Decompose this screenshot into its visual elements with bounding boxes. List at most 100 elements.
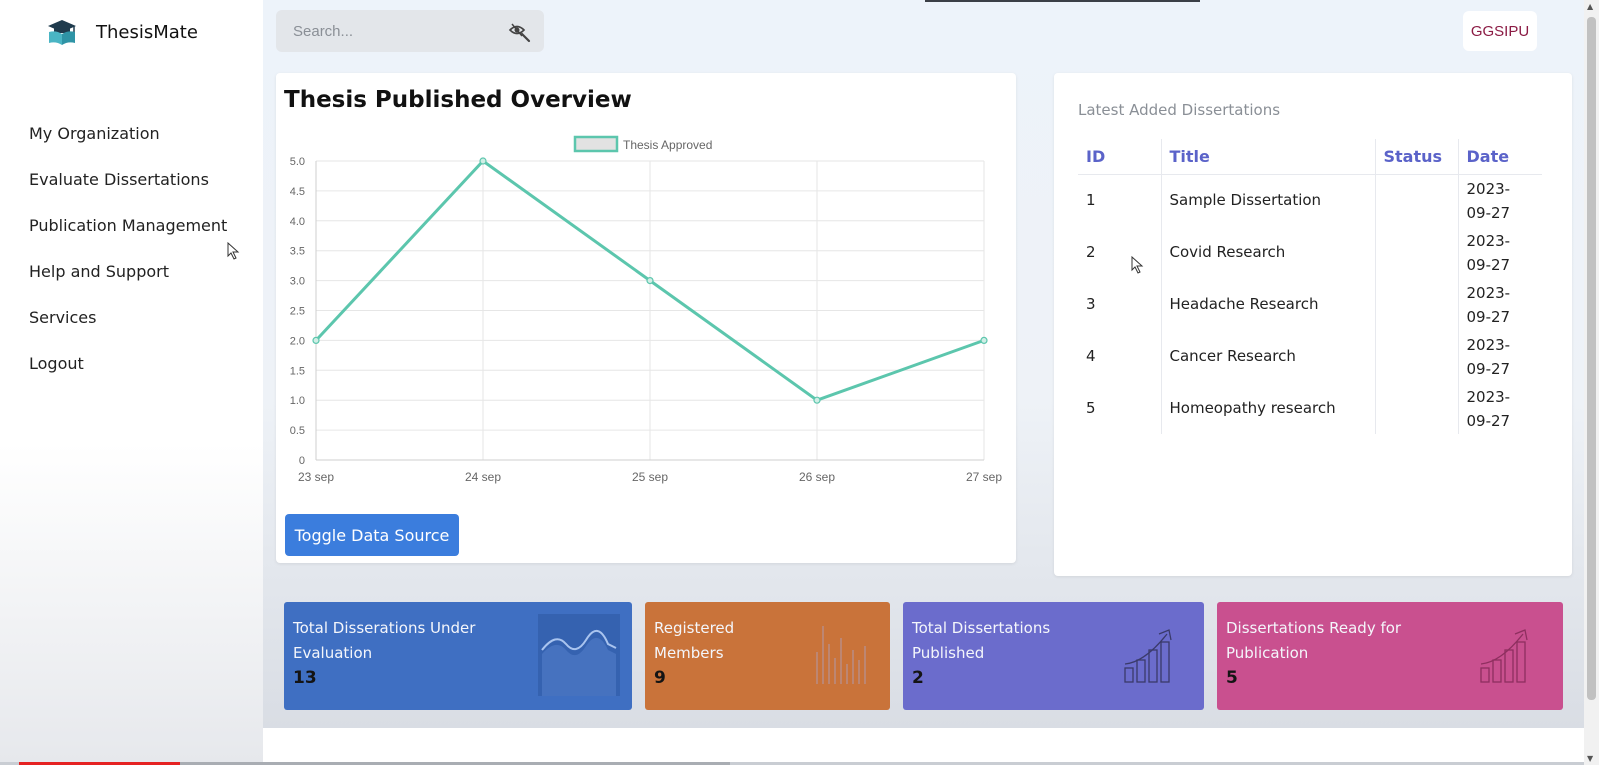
data-point bbox=[312, 336, 320, 344]
x-tick-label: 27 sep bbox=[966, 470, 1002, 484]
stat-label: Dissertations Ready for Publication bbox=[1226, 616, 1401, 666]
chart-card: Thesis Published Overview 0 0.5 1.0 1.5 2.0 2… bbox=[276, 73, 1016, 563]
wave-chart-icon bbox=[538, 614, 620, 696]
y-tick-label: 3.0 bbox=[290, 276, 305, 288]
y-tick-label: 3.5 bbox=[290, 246, 305, 258]
stat-label-line: Published bbox=[912, 644, 985, 662]
growth-chart-icon bbox=[1480, 629, 1528, 683]
cell-date-year: 2023- bbox=[1466, 180, 1511, 199]
y-tick-label: 1.0 bbox=[290, 395, 305, 407]
cell-title: Homeopathy research bbox=[1160, 382, 1375, 434]
cell-date-day: 09-27 bbox=[1466, 204, 1511, 223]
x-tick-label: 25 sep bbox=[632, 470, 668, 484]
scroll-up-icon[interactable]: ▲ bbox=[1587, 2, 1593, 11]
stat-value: 13 bbox=[293, 668, 317, 688]
sidebar-item-services[interactable]: Services bbox=[29, 308, 227, 354]
data-point bbox=[646, 277, 654, 285]
y-tick-label: 0.5 bbox=[290, 425, 305, 437]
sidebar-item-logout[interactable]: Logout bbox=[29, 354, 227, 400]
cell-date-day: 09-27 bbox=[1466, 412, 1511, 430]
legend-swatch bbox=[573, 135, 619, 153]
stat-label: Registered Members bbox=[654, 616, 734, 666]
x-tick-label: 23 sep bbox=[298, 470, 334, 484]
table-row[interactable]: 1 Sample Dissertation 2023- 09-27 bbox=[1078, 174, 1542, 226]
toggle-data-source-button[interactable]: Toggle Data Source bbox=[285, 514, 459, 556]
data-point bbox=[813, 396, 821, 404]
stat-card-under-evaluation[interactable]: Total Disserations Under Evaluation 13 bbox=[284, 602, 632, 710]
stat-card-ready-for-publication[interactable]: Dissertations Ready for Publication 5 bbox=[1217, 602, 1563, 710]
mouse-cursor-icon bbox=[1131, 256, 1144, 274]
stat-value: 2 bbox=[912, 668, 924, 688]
brand-name: ThesisMate bbox=[96, 21, 198, 43]
stat-label-line: Registered bbox=[654, 619, 735, 637]
cell-date-year: 2023- bbox=[1466, 336, 1511, 354]
cell-date-year: 2023- bbox=[1466, 388, 1511, 406]
stat-card-registered-members[interactable]: Registered Members 9 bbox=[645, 602, 890, 710]
cell-date: 2023- 09-27 bbox=[1457, 226, 1542, 278]
column-header-id[interactable]: ID bbox=[1078, 139, 1161, 175]
cell-title: Headache Research bbox=[1160, 278, 1375, 330]
cell-date-year: 2023- bbox=[1466, 232, 1511, 250]
table-row[interactable]: 4 Cancer Research 2023- 09-27 bbox=[1078, 330, 1542, 382]
cell-title: Cancer Research bbox=[1160, 330, 1375, 382]
table-row[interactable]: 3 Headache Research 2023- 09-27 bbox=[1078, 278, 1542, 330]
growth-chart-icon bbox=[1124, 629, 1172, 683]
stat-card-published[interactable]: Total Dissertations Published 2 bbox=[903, 602, 1204, 710]
cell-title: Sample Dissertation bbox=[1160, 174, 1375, 226]
stat-label-line: Total Dissertations bbox=[912, 619, 1051, 637]
vertical-scrollbar[interactable]: ▲ ▼ bbox=[1584, 0, 1599, 765]
x-tick-label: 24 sep bbox=[465, 470, 501, 484]
table-header-row: ID Title Status Date bbox=[1078, 139, 1542, 175]
y-tick-label: 2.5 bbox=[290, 306, 305, 318]
y-tick-label: 4.5 bbox=[290, 186, 305, 198]
table-caption: Latest Added Dissertations bbox=[1078, 101, 1281, 119]
cell-id: 5 bbox=[1086, 399, 1096, 417]
cell-title: Covid Research bbox=[1160, 226, 1375, 278]
table-row[interactable]: 2 Covid Research 2023- 09-27 bbox=[1078, 226, 1542, 278]
stat-label-line: Dissertations Ready for bbox=[1226, 619, 1402, 637]
cell-status bbox=[1374, 278, 1458, 330]
column-header-status[interactable]: Status bbox=[1374, 139, 1458, 175]
sidebar: ThesisMate My Organization Evaluate Diss… bbox=[0, 0, 263, 765]
search-bar bbox=[276, 10, 544, 52]
sidebar-item-my-organization[interactable]: My Organization bbox=[29, 124, 227, 170]
y-tick-label: 1.5 bbox=[290, 365, 305, 377]
search-input[interactable] bbox=[293, 22, 493, 40]
column-header-date[interactable]: Date bbox=[1457, 139, 1542, 175]
legend-label: Thesis Approved bbox=[623, 138, 712, 152]
cell-date-day: 09-27 bbox=[1466, 308, 1511, 326]
cell-status bbox=[1374, 226, 1458, 278]
cell-date: 2023- 09-27 bbox=[1457, 278, 1542, 330]
stat-label-line: Total Disserations Under bbox=[293, 619, 476, 637]
stat-label-line: Evaluation bbox=[293, 644, 373, 662]
main-content: GGSIPU Thesis Published Overview 00.51.0… bbox=[227, 0, 1584, 728]
scroll-down-icon[interactable]: ▼ bbox=[1587, 754, 1593, 763]
mouse-cursor-icon bbox=[227, 242, 240, 260]
bar-chart-icon bbox=[816, 626, 866, 684]
y-tick-label: 4.0 bbox=[290, 216, 305, 228]
stat-label: Total Disserations Under Evaluation bbox=[293, 616, 475, 666]
cell-date-day: 09-27 bbox=[1466, 256, 1511, 274]
table-row[interactable]: 5 Homeopathy research 2023- 09-27 bbox=[1078, 382, 1542, 434]
sidebar-item-help-and-support[interactable]: Help and Support bbox=[29, 262, 227, 308]
data-point bbox=[980, 336, 988, 344]
org-badge[interactable]: GGSIPU bbox=[1463, 11, 1537, 51]
y-tick-label: 2.0 bbox=[290, 335, 305, 347]
sidebar-item-publication-management[interactable]: Publication Management bbox=[29, 216, 227, 262]
cell-status bbox=[1374, 174, 1458, 226]
data-point bbox=[479, 157, 487, 165]
overlay-bar bbox=[925, 0, 1200, 2]
column-header-title[interactable]: Title bbox=[1160, 139, 1375, 175]
cell-id: 3 bbox=[1086, 295, 1096, 313]
brand[interactable]: ThesisMate bbox=[46, 18, 198, 46]
y-tick-label: 5.0 bbox=[290, 156, 305, 168]
stat-label: Total Dissertations Published bbox=[912, 616, 1050, 666]
scrollbar-thumb[interactable] bbox=[1587, 17, 1596, 700]
dissertations-table: ID Title Status Date 1 Sample Dissertati… bbox=[1078, 139, 1542, 434]
cell-date-day: 09-27 bbox=[1466, 360, 1511, 378]
sidebar-item-evaluate-dissertations[interactable]: Evaluate Dissertations bbox=[29, 170, 227, 216]
search-icon[interactable] bbox=[508, 21, 532, 43]
cell-date: 2023- 09-27 bbox=[1457, 174, 1542, 226]
y-tick-label: 0 bbox=[299, 455, 305, 467]
cell-id: 4 bbox=[1086, 347, 1096, 365]
